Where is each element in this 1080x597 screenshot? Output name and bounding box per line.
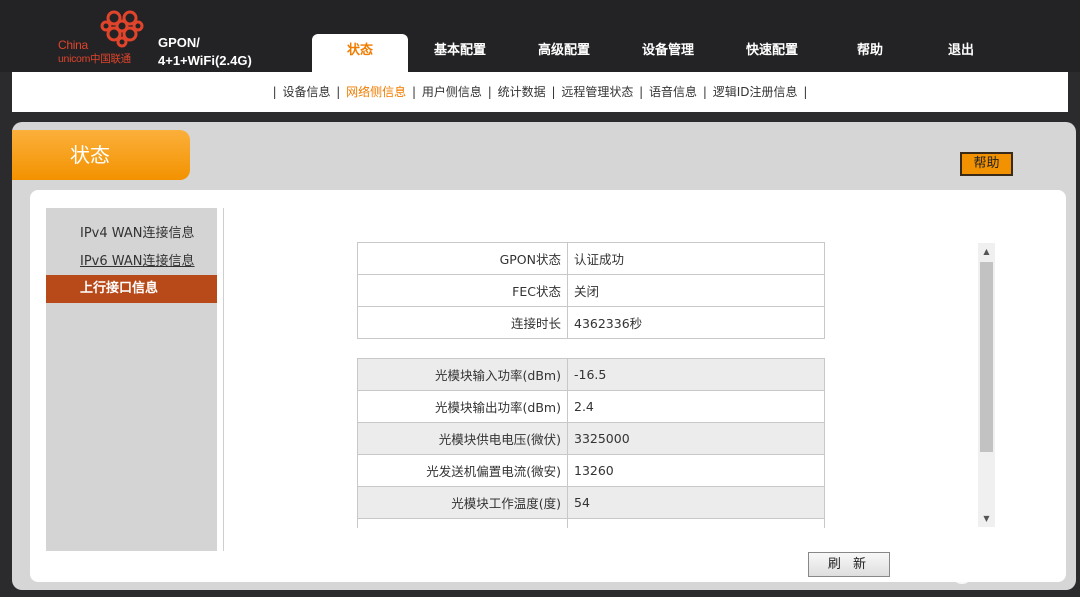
subnav-separator: | [702,85,707,99]
gpon-status-value: 认证成功 [567,242,825,275]
connection-duration-value: 4362336秒 [567,306,825,339]
subnav-separator: | [336,85,341,99]
side-menu: IPv4 WAN连接信息 IPv6 WAN连接信息 上行接口信息 [46,208,217,551]
subnav-remote-management-status[interactable]: 远程管理状态 [561,85,633,99]
nav-tab-advanced-config[interactable]: 高级配置 [512,34,616,72]
table-cell-empty [357,518,568,528]
optical-module-table: 光模块输入功率(dBm) -16.5 光模块输出功率(dBm) 2.4 光模块供… [357,358,825,528]
side-item-uplink-interface[interactable]: 上行接口信息 [46,275,217,303]
side-item-ipv4-wan[interactable]: IPv4 WAN连接信息 [46,220,217,248]
refresh-button[interactable]: 刷 新 [808,552,890,577]
logo-unicom-text: unicom中国联通 [58,53,131,65]
table-row: 光模块输出功率(dBm) 2.4 [357,390,825,423]
vertical-scrollbar[interactable]: ▲ ▼ [978,243,995,527]
optical-output-power-label: 光模块输出功率(dBm) [357,390,568,423]
subnav-separator: | [551,85,556,99]
nav-tab-help[interactable]: 帮助 [824,34,916,72]
subnav-separator: | [639,85,644,99]
table-cell-empty [567,518,825,528]
module-temperature-label: 光模块工作温度(度) [357,486,568,519]
scroll-down-arrow-icon[interactable]: ▼ [978,510,995,527]
main-nav: 状态 基本配置 高级配置 设备管理 快速配置 帮助 退出 [312,34,1006,72]
subnav-device-info[interactable]: 设备信息 [282,85,330,99]
product-line-1: GPON/ [158,35,200,50]
optical-table-scroll-area: 光模块输入功率(dBm) -16.5 光模块输出功率(dBm) 2.4 光模块供… [357,358,826,528]
top-header: China unicom中国联通 GPON/ 4+1+WiFi(2.4G) 状态… [0,0,1080,72]
unicom-logo[interactable]: China unicom中国联通 [56,8,152,66]
subnav-separator: | [803,85,808,99]
nav-tab-quick-config[interactable]: 快速配置 [720,34,824,72]
table-row: 光模块工作温度(度) 54 [357,486,825,519]
table-row: GPON状态 认证成功 [357,242,825,275]
section-title-tab: 状态 [12,130,190,180]
subnav-user-side-info[interactable]: 用户侧信息 [422,85,482,99]
subnav-voice-info[interactable]: 语音信息 [649,85,697,99]
nav-tab-device-management[interactable]: 设备管理 [616,34,720,72]
gpon-status-table: GPON状态 认证成功 FEC状态 关闭 连接时长 4362336秒 [357,242,825,339]
bias-current-value: 13260 [567,454,825,487]
logo-china-text: China [58,38,88,52]
subnav-separator: | [412,85,417,99]
watermark-logo-icon: 值 [952,563,972,584]
fec-status-label: FEC状态 [357,274,568,307]
table-row [357,518,825,528]
subnav-statistics[interactable]: 统计数据 [498,85,546,99]
help-button[interactable]: 帮助 [960,152,1013,176]
module-temperature-value: 54 [567,486,825,519]
optical-input-power-value: -16.5 [567,358,825,391]
product-name: GPON/ 4+1+WiFi(2.4G) [158,34,252,70]
table-row: FEC状态 关闭 [357,274,825,307]
table-row: 光模块供电电压(微伏) 3325000 [357,422,825,455]
watermark-text: 什么值得买 [976,564,1052,582]
subnav-network-side-info[interactable]: 网络侧信息 [346,85,406,99]
watermark: 值什么值得买 [952,562,1051,584]
scrollbar-thumb[interactable] [980,262,993,452]
subnav-logical-id-registration[interactable]: 逻辑ID注册信息 [713,85,798,99]
unicom-knot-icon [100,10,144,48]
nav-tab-logout[interactable]: 退出 [916,34,1006,72]
subnav-separator: | [487,85,492,99]
side-item-ipv6-wan[interactable]: IPv6 WAN连接信息 [46,248,217,276]
nav-tab-status[interactable]: 状态 [312,34,408,72]
optical-input-power-label: 光模块输入功率(dBm) [357,358,568,391]
product-line-2: 4+1+WiFi(2.4G) [158,53,252,68]
connection-duration-label: 连接时长 [357,306,568,339]
table-row: 连接时长 4362336秒 [357,306,825,339]
gpon-status-label: GPON状态 [357,242,568,275]
side-menu-divider [223,208,224,551]
table-row: 光模块输入功率(dBm) -16.5 [357,358,825,391]
supply-voltage-value: 3325000 [567,422,825,455]
sub-nav: | 设备信息 | 网络侧信息 | 用户侧信息 | 统计数据 | 远程管理状态 |… [12,72,1068,112]
table-row: 光发送机偏置电流(微安) 13260 [357,454,825,487]
bias-current-label: 光发送机偏置电流(微安) [357,454,568,487]
scroll-up-arrow-icon[interactable]: ▲ [978,243,995,260]
supply-voltage-label: 光模块供电电压(微伏) [357,422,568,455]
subnav-separator: | [272,85,277,99]
nav-tab-basic-config[interactable]: 基本配置 [408,34,512,72]
optical-output-power-value: 2.4 [567,390,825,423]
fec-status-value: 关闭 [567,274,825,307]
